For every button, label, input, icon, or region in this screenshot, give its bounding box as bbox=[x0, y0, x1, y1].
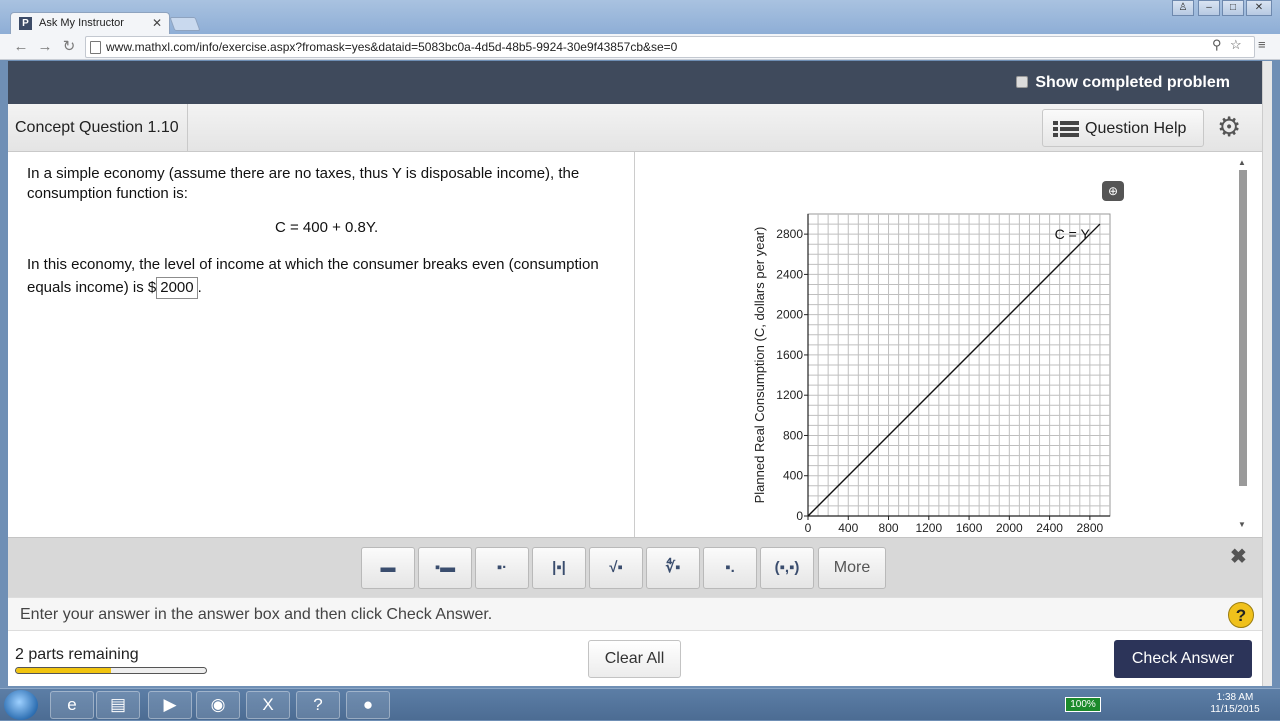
reload-icon[interactable]: ↻ bbox=[60, 38, 78, 56]
browser-toolbar: ← → ↻ www.mathxl.com/info/exercise.aspx?… bbox=[0, 34, 1280, 60]
browser-titlebar: P Ask My Instructor ✕ ♙ – □ ✕ bbox=[0, 0, 1280, 34]
minimize-button[interactable]: – bbox=[1198, 0, 1220, 16]
battery-indicator[interactable]: 100% bbox=[1065, 697, 1101, 712]
bookmark-star-icon[interactable]: ☆ bbox=[1230, 37, 1242, 53]
more-tools-button[interactable]: More bbox=[818, 547, 886, 589]
progress-fill bbox=[16, 668, 111, 673]
y-tick-label: 800 bbox=[783, 428, 803, 442]
forward-arrow-icon[interactable]: → bbox=[36, 38, 54, 56]
progress-bar bbox=[15, 667, 207, 674]
x-tick-label: 1200 bbox=[915, 521, 942, 532]
obs-icon[interactable]: ● bbox=[346, 691, 390, 719]
tab-close-icon[interactable]: ✕ bbox=[152, 16, 162, 30]
folder-icon[interactable]: ▤ bbox=[96, 691, 140, 719]
mixed-number-tool-button[interactable]: ▪▬ bbox=[418, 547, 472, 589]
question-content: In a simple economy (assume there are no… bbox=[8, 152, 1262, 537]
url-text: www.mathxl.com/info/exercise.aspx?fromas… bbox=[106, 40, 678, 54]
y-tick-label: 0 bbox=[796, 509, 803, 523]
square-root-tool-button[interactable]: √▪ bbox=[589, 547, 643, 589]
show-completed-label[interactable]: Show completed problem bbox=[1035, 74, 1230, 92]
absolute-value-tool-button[interactable]: |▪| bbox=[532, 547, 586, 589]
y-tick-label: 2800 bbox=[776, 227, 803, 241]
x-tick-label: 2000 bbox=[996, 521, 1023, 532]
start-button[interactable] bbox=[4, 690, 38, 720]
exponent-tool-button[interactable]: ▪· bbox=[475, 547, 529, 589]
question-intro: In a simple economy (assume there are no… bbox=[27, 165, 580, 202]
ordered-pair-tool-button[interactable]: (▪,▪) bbox=[760, 547, 814, 589]
magnify-icon[interactable]: ⊕ bbox=[1102, 181, 1124, 201]
y-tick-label: 1200 bbox=[776, 388, 803, 402]
windows-taskbar: e ▤ ▶ ◉ X ? ● 100% 1:38 AM 11/15/2015 bbox=[0, 688, 1280, 720]
y-axis-label: Planned Real Consumption (C, dollars per… bbox=[752, 227, 767, 504]
line-annotation: C = Y bbox=[1055, 226, 1091, 242]
gear-icon[interactable]: ⚙ bbox=[1217, 113, 1241, 141]
nth-root-tool-button[interactable]: ∜▪ bbox=[646, 547, 700, 589]
ie-icon[interactable]: e bbox=[50, 691, 94, 719]
user-icon[interactable]: ♙ bbox=[1172, 0, 1194, 16]
consumption-equation: C = 400 + 0.8Y. bbox=[275, 219, 379, 236]
check-answer-button[interactable]: Check Answer bbox=[1114, 640, 1252, 678]
excel-icon[interactable]: X bbox=[246, 691, 290, 719]
favicon-icon: P bbox=[19, 17, 32, 30]
scroll-down-icon[interactable]: ▼ bbox=[1238, 520, 1246, 529]
scroll-up-icon[interactable]: ▲ bbox=[1238, 158, 1246, 167]
consumption-chart: 0 400 800 1200 1600 2000 2400 2800 0 400 800 1200 16… bbox=[752, 213, 1111, 532]
zoom-search-icon[interactable]: ⚲ bbox=[1212, 37, 1222, 53]
x-tick-label: 2800 bbox=[1077, 521, 1104, 532]
help-question-icon[interactable]: ? bbox=[1228, 602, 1254, 628]
clear-all-button[interactable]: Clear All bbox=[588, 640, 681, 678]
scroll-thumb[interactable] bbox=[1239, 170, 1247, 486]
instruction-text: Enter your answer in the answer box and … bbox=[20, 606, 493, 623]
browser-tab[interactable]: P Ask My Instructor ✕ bbox=[10, 12, 170, 34]
content-scrollbar[interactable]: ▲ ▼ bbox=[1236, 158, 1250, 530]
chrome-icon[interactable]: ◉ bbox=[196, 691, 240, 719]
clock-time: 1:38 AM bbox=[1216, 692, 1254, 703]
new-tab-button[interactable] bbox=[169, 17, 201, 31]
top-band: Show completed problem bbox=[8, 61, 1262, 104]
address-bar[interactable]: www.mathxl.com/info/exercise.aspx?fromas… bbox=[85, 36, 1255, 58]
help-icon[interactable]: ? bbox=[296, 691, 340, 719]
tab-title: Ask My Instructor bbox=[39, 17, 124, 29]
question-bar: Concept Question 1.10 Question Help ⚙ bbox=[8, 104, 1262, 152]
prompt-text: In this economy, the level of income at … bbox=[27, 256, 599, 296]
y-tick-label: 400 bbox=[783, 469, 803, 483]
media-icon[interactable]: ▶ bbox=[148, 691, 192, 719]
subscript-tool-button[interactable]: ▪. bbox=[703, 547, 757, 589]
page: Show completed problem Concept Question … bbox=[8, 61, 1262, 686]
question-help-button[interactable]: Question Help bbox=[1042, 109, 1204, 147]
page-icon bbox=[90, 41, 101, 54]
menu-icon[interactable]: ≡ bbox=[1258, 37, 1266, 52]
y-tick-label: 2400 bbox=[776, 267, 803, 281]
prompt-end: . bbox=[197, 279, 202, 296]
show-completed-checkbox[interactable] bbox=[1016, 76, 1028, 88]
answer-box[interactable]: 2000 bbox=[156, 277, 198, 299]
x-tick-label: 800 bbox=[879, 521, 899, 532]
instruction-bar: Enter your answer in the answer box and … bbox=[8, 597, 1262, 631]
parts-remaining: 2 parts remaining bbox=[15, 646, 139, 663]
window-close-button[interactable]: ✕ bbox=[1246, 0, 1272, 16]
question-help-label: Question Help bbox=[1085, 120, 1187, 137]
math-toolbar: ▬ ▪▬ ▪· |▪| √▪ ∜▪ ▪. (▪,▪) More ✖ bbox=[8, 537, 1262, 597]
question-text-pane: In a simple economy (assume there are no… bbox=[8, 152, 635, 537]
close-toolbar-icon[interactable]: ✖ bbox=[1230, 544, 1247, 569]
system-tray: 100% 1:38 AM 11/15/2015 bbox=[1030, 689, 1280, 721]
maximize-button[interactable]: □ bbox=[1222, 0, 1244, 16]
clock-date: 11/15/2015 bbox=[1210, 704, 1260, 715]
list-icon bbox=[1053, 121, 1079, 137]
back-arrow-icon[interactable]: ← bbox=[12, 38, 30, 56]
x-tick-label: 1600 bbox=[956, 521, 983, 532]
clock[interactable]: 1:38 AM 11/15/2015 bbox=[1210, 692, 1260, 716]
footer: 2 parts remaining Clear All Check Answer bbox=[8, 632, 1262, 686]
fraction-tool-button[interactable]: ▬ bbox=[361, 547, 415, 589]
x-tick-label: 400 bbox=[838, 521, 858, 532]
question-prompt: In this economy, the level of income at … bbox=[27, 253, 627, 299]
x-tick-label: 2400 bbox=[1036, 521, 1063, 532]
y-tick-label: 1600 bbox=[776, 348, 803, 362]
x-tick-label: 0 bbox=[805, 521, 812, 532]
page-scrollbar[interactable] bbox=[1262, 61, 1272, 686]
question-title: Concept Question 1.10 bbox=[8, 104, 188, 151]
y-tick-label: 2000 bbox=[776, 308, 803, 322]
